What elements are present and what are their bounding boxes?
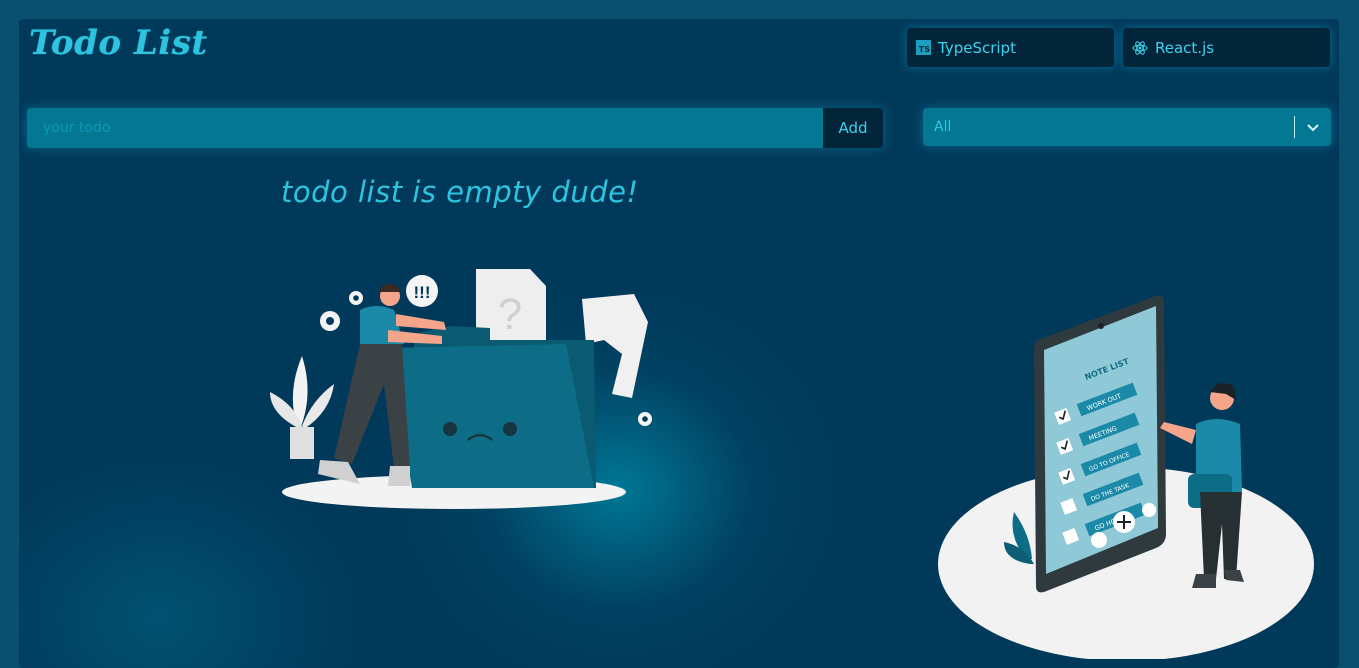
- alert-bubble-text: !!!: [414, 283, 431, 302]
- typescript-icon: TS: [916, 40, 931, 55]
- star-icon: [1091, 532, 1107, 548]
- empty-list-message: todo list is empty dude!: [281, 175, 639, 209]
- alert-speech-bubble: !!!: [406, 275, 438, 307]
- react-label: React.js: [1155, 38, 1215, 57]
- empty-folder-illustration: !!! ?: [270, 269, 652, 509]
- todo-form: Add: [27, 108, 883, 148]
- typescript-label: TypeScript: [938, 38, 1016, 57]
- plant-icon: [270, 356, 334, 459]
- typescript-link-button[interactable]: TS TypeScript: [907, 28, 1114, 67]
- todo-input[interactable]: [27, 108, 823, 148]
- typescript-icon-text: TS: [916, 40, 931, 55]
- note-list-illustration: NOTE LIST WORK OUT MEETING GO TO OFFICE: [938, 295, 1314, 659]
- sad-folder: [388, 344, 594, 488]
- filter-select[interactable]: All: [923, 108, 1331, 146]
- react-icon: [1132, 40, 1148, 56]
- chevron-down-icon[interactable]: [1295, 122, 1331, 132]
- search-icon: [1142, 503, 1156, 517]
- add-button[interactable]: Add: [823, 108, 883, 148]
- filter-selected-value: All: [934, 119, 952, 135]
- app-panel: Todo List TS TypeScript React.js Add All: [19, 19, 1339, 668]
- react-link-button[interactable]: React.js: [1123, 28, 1330, 67]
- question-mark-text: ?: [498, 290, 522, 339]
- app-title: Todo List: [29, 23, 208, 63]
